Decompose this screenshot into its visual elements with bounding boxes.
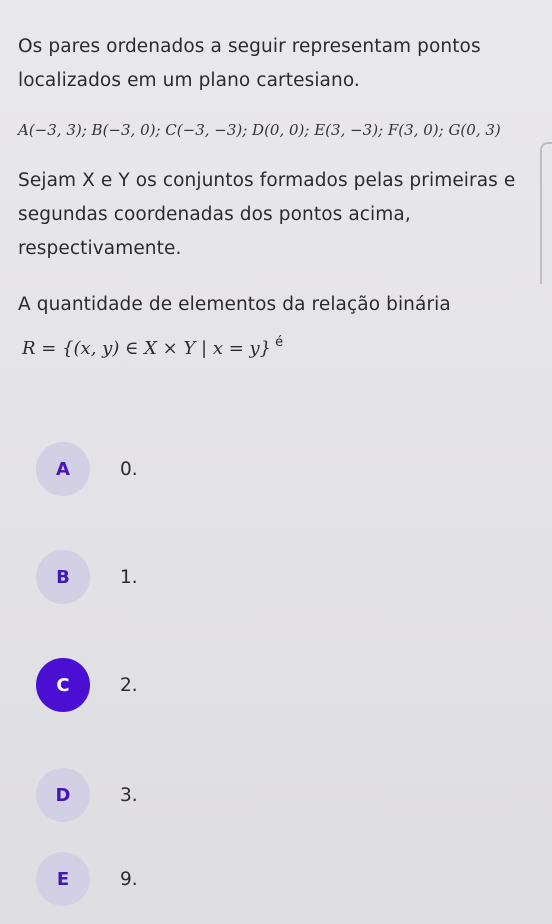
option-text: 0. [120, 458, 138, 480]
quiz-screen: Os pares ordenados a seguir representam … [0, 0, 552, 924]
option-letter: E [36, 852, 90, 906]
page-edge-divider [540, 142, 552, 284]
formula-expression: R = {(x, y) ∈ X × Y | x = y} [22, 338, 272, 359]
option-letter: C [36, 658, 90, 712]
sets-definition: Sejam X e Y os conjuntos formados pelas … [18, 170, 516, 259]
option-text: 3. [120, 784, 138, 806]
option-b[interactable]: B 1. [36, 550, 456, 604]
option-letter: D [36, 768, 90, 822]
option-e[interactable]: E 9. [36, 852, 456, 906]
option-letter: A [36, 442, 90, 496]
question-prompt: A quantidade de elementos da relação bin… [18, 294, 451, 315]
option-c[interactable]: C 2. [36, 658, 456, 712]
points-list: A(−3, 3); B(−3, 0); C(−3, −3); D(0, 0); … [18, 121, 501, 139]
option-a[interactable]: A 0. [36, 442, 456, 496]
formula-tail: é [275, 335, 284, 350]
option-d[interactable]: D 3. [36, 768, 456, 822]
option-text: 1. [120, 566, 138, 588]
question-intro: Os pares ordenados a seguir representam … [18, 36, 481, 91]
option-text: 9. [120, 868, 138, 890]
option-text: 2. [120, 674, 138, 696]
question-block: Os pares ordenados a seguir representam … [18, 30, 538, 364]
relation-formula: R = {(x, y) ∈ X × Y | x = y} é [22, 328, 538, 364]
option-letter: B [36, 550, 90, 604]
